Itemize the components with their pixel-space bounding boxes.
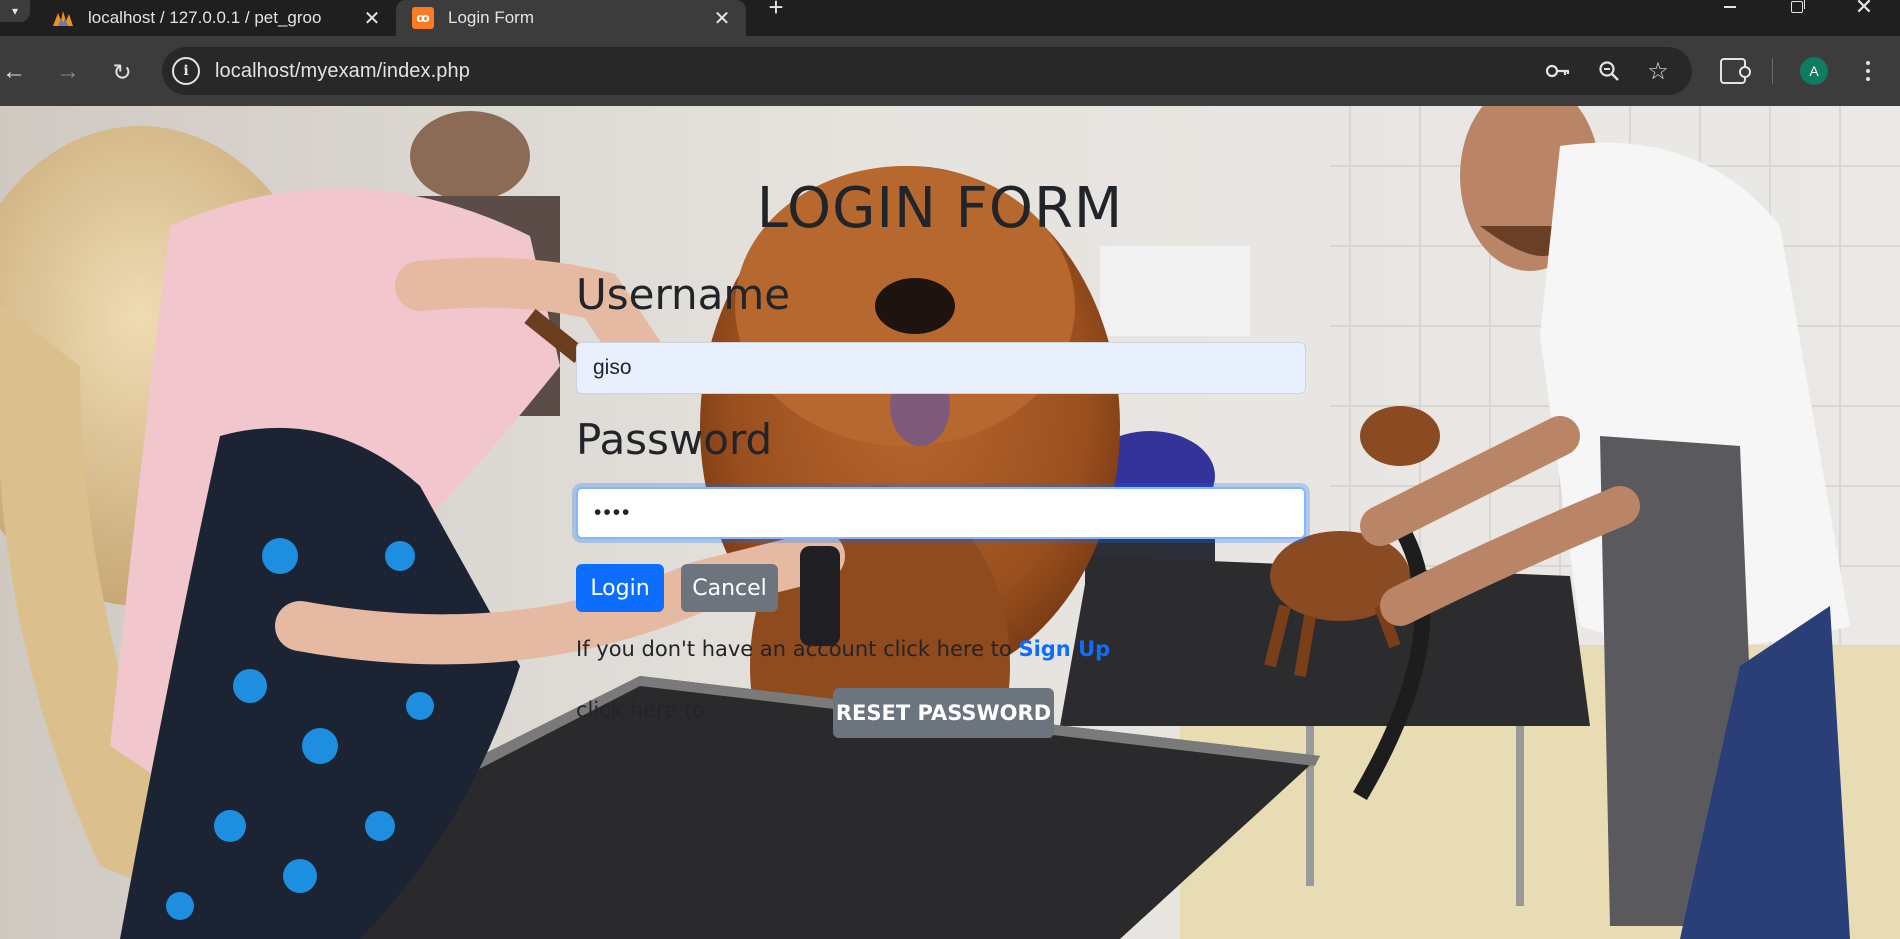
password-input[interactable] bbox=[576, 487, 1306, 539]
bookmark-star-icon[interactable]: ☆ bbox=[1644, 57, 1672, 85]
close-icon: ✕ bbox=[1854, 0, 1874, 19]
profile-avatar[interactable]: A bbox=[1800, 57, 1828, 85]
key-icon[interactable] bbox=[1544, 57, 1572, 85]
arrow-right-icon: → bbox=[56, 58, 80, 85]
tab-login-form[interactable]: ꝏ Login Form ✕ bbox=[396, 0, 746, 36]
tab-title: Login Form bbox=[448, 8, 534, 27]
reset-prompt-text: click here to bbox=[576, 698, 705, 722]
login-button[interactable]: Login bbox=[576, 564, 664, 612]
tab-phpmyadmin[interactable]: localhost / 127.0.0.1 / pet_groo ✕ bbox=[36, 0, 396, 36]
extensions-icon[interactable] bbox=[1720, 58, 1751, 84]
chevron-down-icon: ▾ bbox=[11, 4, 19, 18]
new-tab-button[interactable]: + bbox=[760, 0, 792, 22]
window-close-button[interactable]: ✕ bbox=[1842, 0, 1886, 20]
browser-toolbar: ← → ↻ i localhost/myexam/index.php ☆ A bbox=[0, 36, 1900, 106]
username-input[interactable] bbox=[576, 342, 1306, 394]
close-icon[interactable]: ✕ bbox=[358, 4, 386, 32]
xampp-icon: ꝏ bbox=[412, 7, 434, 29]
plus-icon: + bbox=[768, 0, 784, 22]
login-form: LOGIN FORM Username Password Login Cance… bbox=[0, 106, 1900, 939]
minimize-icon bbox=[1724, 6, 1736, 8]
toolbar-divider bbox=[1772, 58, 1773, 84]
reset-password-button[interactable]: RESET PASSWORD bbox=[833, 688, 1054, 738]
url-text[interactable]: localhost/myexam/index.php bbox=[215, 60, 470, 83]
signup-prompt: If you don't have an account click here … bbox=[576, 637, 1110, 661]
tab-strip: ▾ localhost / 127.0.0.1 / pet_groo ✕ ꝏ L… bbox=[0, 0, 1900, 36]
zoom-icon[interactable] bbox=[1595, 57, 1623, 85]
back-button[interactable]: ← bbox=[0, 54, 32, 90]
phpmyadmin-icon bbox=[52, 7, 74, 29]
page-title: LOGIN FORM bbox=[756, 176, 1124, 241]
site-info-icon[interactable]: i bbox=[172, 57, 200, 85]
tab-title: localhost / 127.0.0.1 / pet_groo bbox=[88, 8, 358, 28]
close-icon[interactable]: ✕ bbox=[708, 4, 736, 32]
signup-link[interactable]: Sign Up bbox=[1018, 637, 1110, 661]
signup-prompt-text: If you don't have an account click here … bbox=[576, 637, 1012, 661]
address-bar[interactable]: i localhost/myexam/index.php ☆ bbox=[162, 47, 1692, 95]
page-viewport: LOGIN FORM Username Password Login Cance… bbox=[0, 106, 1900, 939]
forward-button[interactable]: → bbox=[50, 54, 86, 90]
restore-icon bbox=[1791, 0, 1805, 13]
arrow-left-icon: ← bbox=[2, 58, 26, 85]
username-label: Username bbox=[576, 270, 791, 319]
cancel-button[interactable]: Cancel bbox=[681, 564, 778, 612]
password-label: Password bbox=[576, 415, 773, 464]
tab-search-button[interactable]: ▾ bbox=[0, 0, 30, 22]
more-menu-icon[interactable] bbox=[1858, 54, 1878, 88]
minimize-button[interactable] bbox=[1708, 0, 1752, 20]
reload-button[interactable]: ↻ bbox=[104, 54, 140, 90]
reload-icon: ↻ bbox=[112, 58, 132, 85]
restore-button[interactable] bbox=[1775, 0, 1819, 20]
